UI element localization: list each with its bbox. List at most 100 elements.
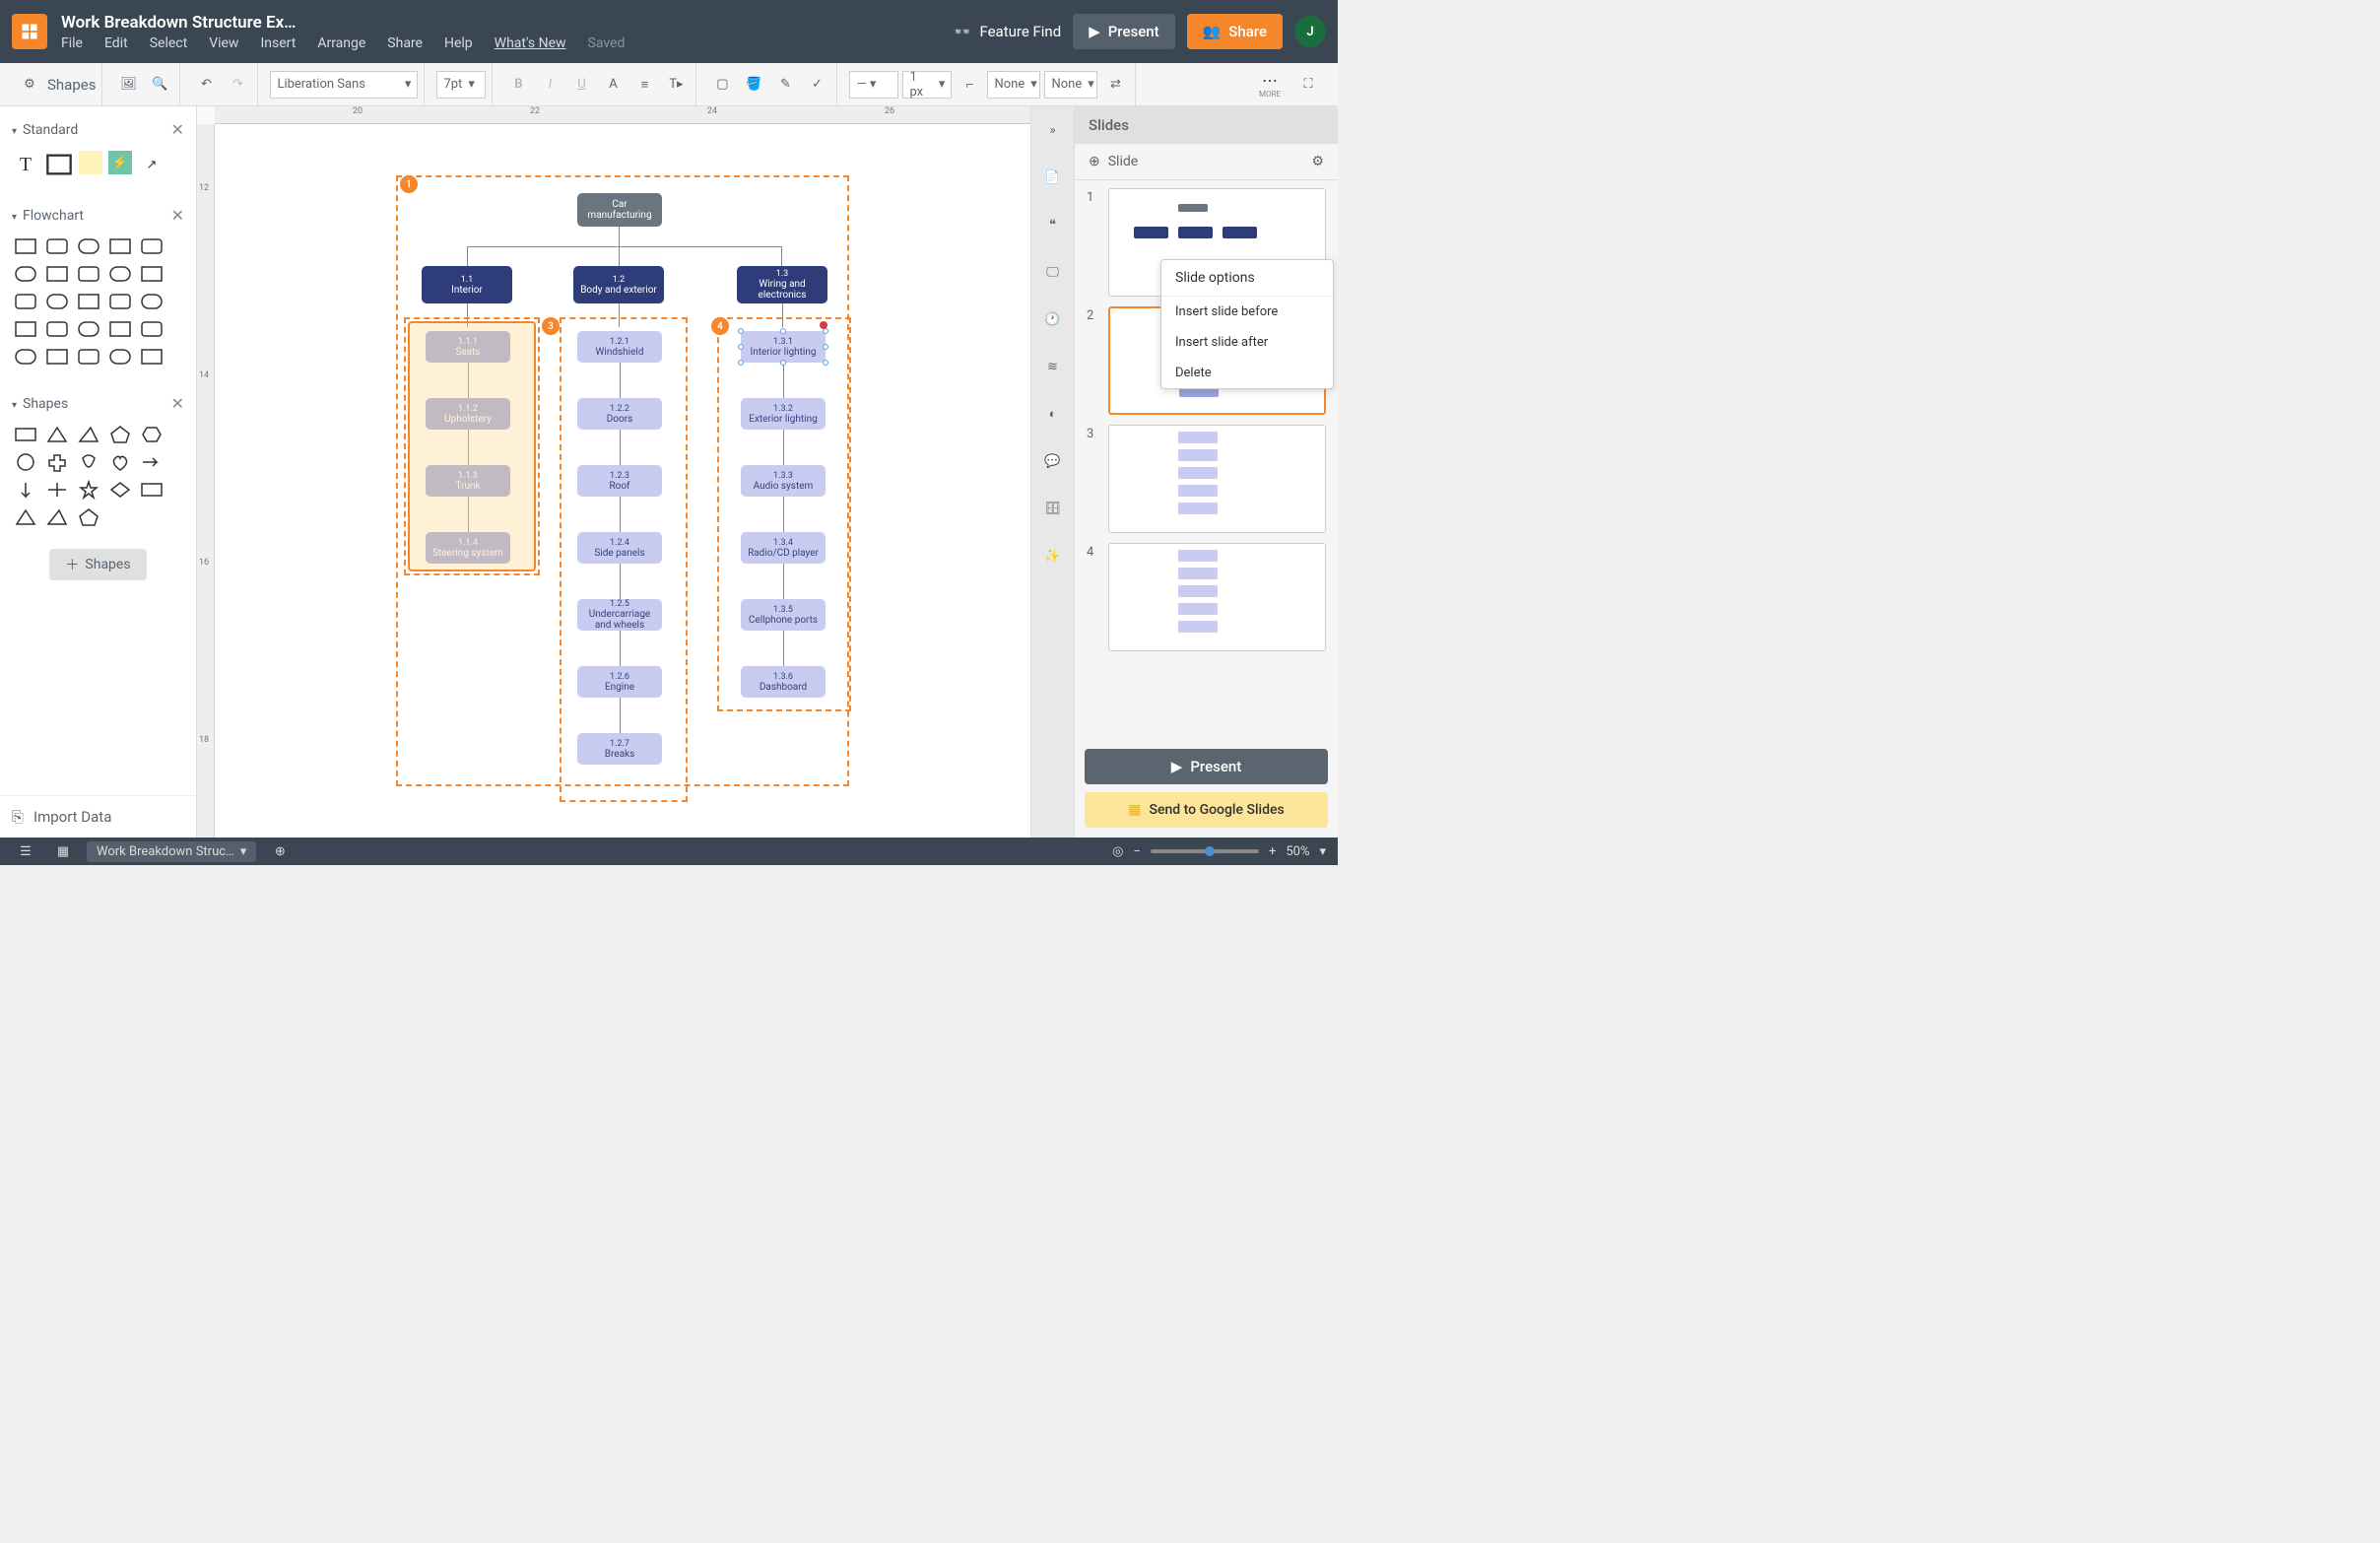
basic-shape[interactable] bbox=[75, 423, 102, 446]
canvas[interactable]: Car manufacturing1.1Interior1.2Body and … bbox=[215, 124, 1030, 838]
data-icon[interactable]: 🗄 bbox=[1039, 495, 1067, 522]
note-shape[interactable] bbox=[79, 151, 102, 174]
flowchart-shape[interactable] bbox=[43, 235, 71, 258]
search-icon[interactable]: 🔍 bbox=[146, 71, 173, 99]
magic-icon[interactable]: ✨ bbox=[1039, 542, 1067, 570]
add-slide-button[interactable]: ⊕ Slide bbox=[1089, 154, 1138, 169]
flowchart-shape[interactable] bbox=[138, 262, 165, 286]
basic-shape[interactable] bbox=[12, 505, 39, 529]
flowchart-shape[interactable] bbox=[75, 317, 102, 341]
menu-select[interactable]: Select bbox=[150, 35, 187, 51]
section-standard[interactable]: ▾Standard ✕ bbox=[12, 114, 184, 145]
basic-shape[interactable] bbox=[138, 423, 165, 446]
flowchart-shape[interactable] bbox=[43, 345, 71, 369]
close-icon[interactable]: ✕ bbox=[171, 394, 184, 413]
font-size-select[interactable]: 7pt▾ bbox=[436, 71, 486, 99]
line-start-select[interactable]: None ▾ bbox=[987, 71, 1040, 99]
layers-icon[interactable]: ≋ bbox=[1039, 353, 1067, 380]
pencil-icon[interactable]: ✎ bbox=[771, 71, 799, 99]
basic-shape[interactable] bbox=[12, 450, 39, 474]
share-button[interactable]: 👥 Share bbox=[1187, 14, 1283, 49]
diagram-node[interactable]: Car manufacturing bbox=[577, 193, 662, 227]
context-delete[interactable]: Delete bbox=[1161, 358, 1333, 388]
more-icon[interactable]: ⋯ bbox=[1259, 71, 1281, 90]
grid-icon[interactable]: ▦ bbox=[49, 838, 77, 865]
slide-thumbnail-3[interactable] bbox=[1108, 425, 1326, 533]
basic-shape[interactable] bbox=[138, 450, 165, 474]
diagram-node[interactable]: 1.2Body and exterior bbox=[573, 266, 664, 303]
flowchart-shape[interactable] bbox=[12, 317, 39, 341]
diagram-node[interactable]: 1.2.4Side panels bbox=[577, 532, 662, 564]
user-avatar[interactable]: J bbox=[1294, 16, 1326, 47]
basic-shape[interactable] bbox=[43, 423, 71, 446]
menu-whats-new[interactable]: What's New bbox=[495, 35, 566, 51]
basic-shape[interactable] bbox=[106, 423, 134, 446]
flowchart-shape[interactable] bbox=[12, 345, 39, 369]
close-icon[interactable]: ✕ bbox=[171, 206, 184, 225]
flowchart-shape[interactable] bbox=[43, 262, 71, 286]
line-style-select[interactable]: — ▾ bbox=[849, 71, 898, 99]
history-icon[interactable]: 🕐 bbox=[1039, 305, 1067, 333]
rect-shape[interactable] bbox=[45, 151, 73, 178]
shape-options-icon[interactable]: ✓ bbox=[803, 71, 830, 99]
basic-shape[interactable] bbox=[106, 450, 134, 474]
menu-file[interactable]: File bbox=[61, 35, 83, 51]
swap-icon[interactable]: ⇄ bbox=[1101, 71, 1129, 99]
section-shapes[interactable]: ▾Shapes ✕ bbox=[12, 388, 184, 419]
line-end-select[interactable]: None ▾ bbox=[1044, 71, 1097, 99]
diagram-node[interactable]: 1.3.1Interior lighting bbox=[741, 331, 826, 363]
basic-shape[interactable] bbox=[138, 478, 165, 502]
add-page-icon[interactable]: ⊕ bbox=[266, 838, 294, 865]
flowchart-shape[interactable] bbox=[106, 317, 134, 341]
flowchart-shape[interactable] bbox=[75, 345, 102, 369]
gear-icon[interactable]: ⚙ bbox=[1311, 154, 1324, 169]
chat-icon[interactable]: 💬 bbox=[1039, 447, 1067, 475]
italic-icon[interactable]: I bbox=[536, 71, 563, 99]
presentation-icon[interactable]: 🖵 bbox=[1039, 258, 1067, 286]
fullscreen-icon[interactable]: ⛶ bbox=[1294, 71, 1322, 99]
menu-share[interactable]: Share bbox=[387, 35, 423, 51]
diagram-node[interactable]: 1.2.1Windshield bbox=[577, 331, 662, 363]
zoom-slider[interactable] bbox=[1151, 849, 1259, 853]
basic-shape[interactable] bbox=[75, 450, 102, 474]
basic-shape[interactable] bbox=[12, 478, 39, 502]
font-select[interactable]: Liberation Sans▾ bbox=[270, 71, 418, 99]
menu-arrange[interactable]: Arrange bbox=[317, 35, 365, 51]
fill-icon[interactable]: 🪣 bbox=[740, 71, 767, 99]
flowchart-shape[interactable] bbox=[75, 290, 102, 313]
present-button[interactable]: ▶ Present bbox=[1073, 14, 1174, 49]
zoom-out-icon[interactable]: − bbox=[1134, 844, 1141, 859]
diagram-node[interactable]: 1.2.5Undercarriage and wheels bbox=[577, 599, 662, 631]
line-shape-icon[interactable]: ⌐ bbox=[956, 71, 983, 99]
basic-shape[interactable] bbox=[43, 505, 71, 529]
text-color-icon[interactable]: A bbox=[599, 71, 627, 99]
text-options-icon[interactable]: T▸ bbox=[662, 71, 690, 99]
bolt-shape[interactable]: ⚡ bbox=[108, 151, 132, 174]
target-icon[interactable]: ◎ bbox=[1112, 844, 1123, 859]
flowchart-shape[interactable] bbox=[138, 235, 165, 258]
basic-shape[interactable] bbox=[75, 478, 102, 502]
arrow-shape[interactable]: ↗ bbox=[138, 151, 165, 178]
diagram-node[interactable]: 1.3Wiring and electronics bbox=[737, 266, 827, 303]
underline-icon[interactable]: U bbox=[567, 71, 595, 99]
basic-shape[interactable] bbox=[12, 423, 39, 446]
context-insert-before[interactable]: Insert slide before bbox=[1161, 297, 1333, 327]
add-shapes-button[interactable]: ＋ Shapes bbox=[49, 549, 146, 580]
flowchart-shape[interactable] bbox=[12, 290, 39, 313]
menu-insert[interactable]: Insert bbox=[260, 35, 296, 51]
collapse-icon[interactable]: » bbox=[1039, 116, 1067, 144]
basic-shape[interactable] bbox=[106, 478, 134, 502]
feature-find-button[interactable]: 👓 Feature Find bbox=[954, 23, 1061, 40]
crop-icon[interactable]: ▢ bbox=[708, 71, 736, 99]
flowchart-shape[interactable] bbox=[138, 317, 165, 341]
flowchart-shape[interactable] bbox=[75, 262, 102, 286]
flowchart-shape[interactable] bbox=[106, 262, 134, 286]
app-logo[interactable] bbox=[12, 14, 47, 49]
zoom-in-icon[interactable]: + bbox=[1269, 844, 1276, 859]
slide-thumbnail-4[interactable] bbox=[1108, 543, 1326, 651]
slides-present-button[interactable]: ▶ Present bbox=[1085, 749, 1328, 784]
theme-icon[interactable]: ◐ bbox=[1039, 400, 1067, 428]
comment-icon[interactable]: ❝ bbox=[1039, 211, 1067, 238]
redo-icon[interactable]: ↷ bbox=[224, 71, 251, 99]
diagram-node[interactable]: 1.3.4Radio/CD player bbox=[741, 532, 826, 564]
